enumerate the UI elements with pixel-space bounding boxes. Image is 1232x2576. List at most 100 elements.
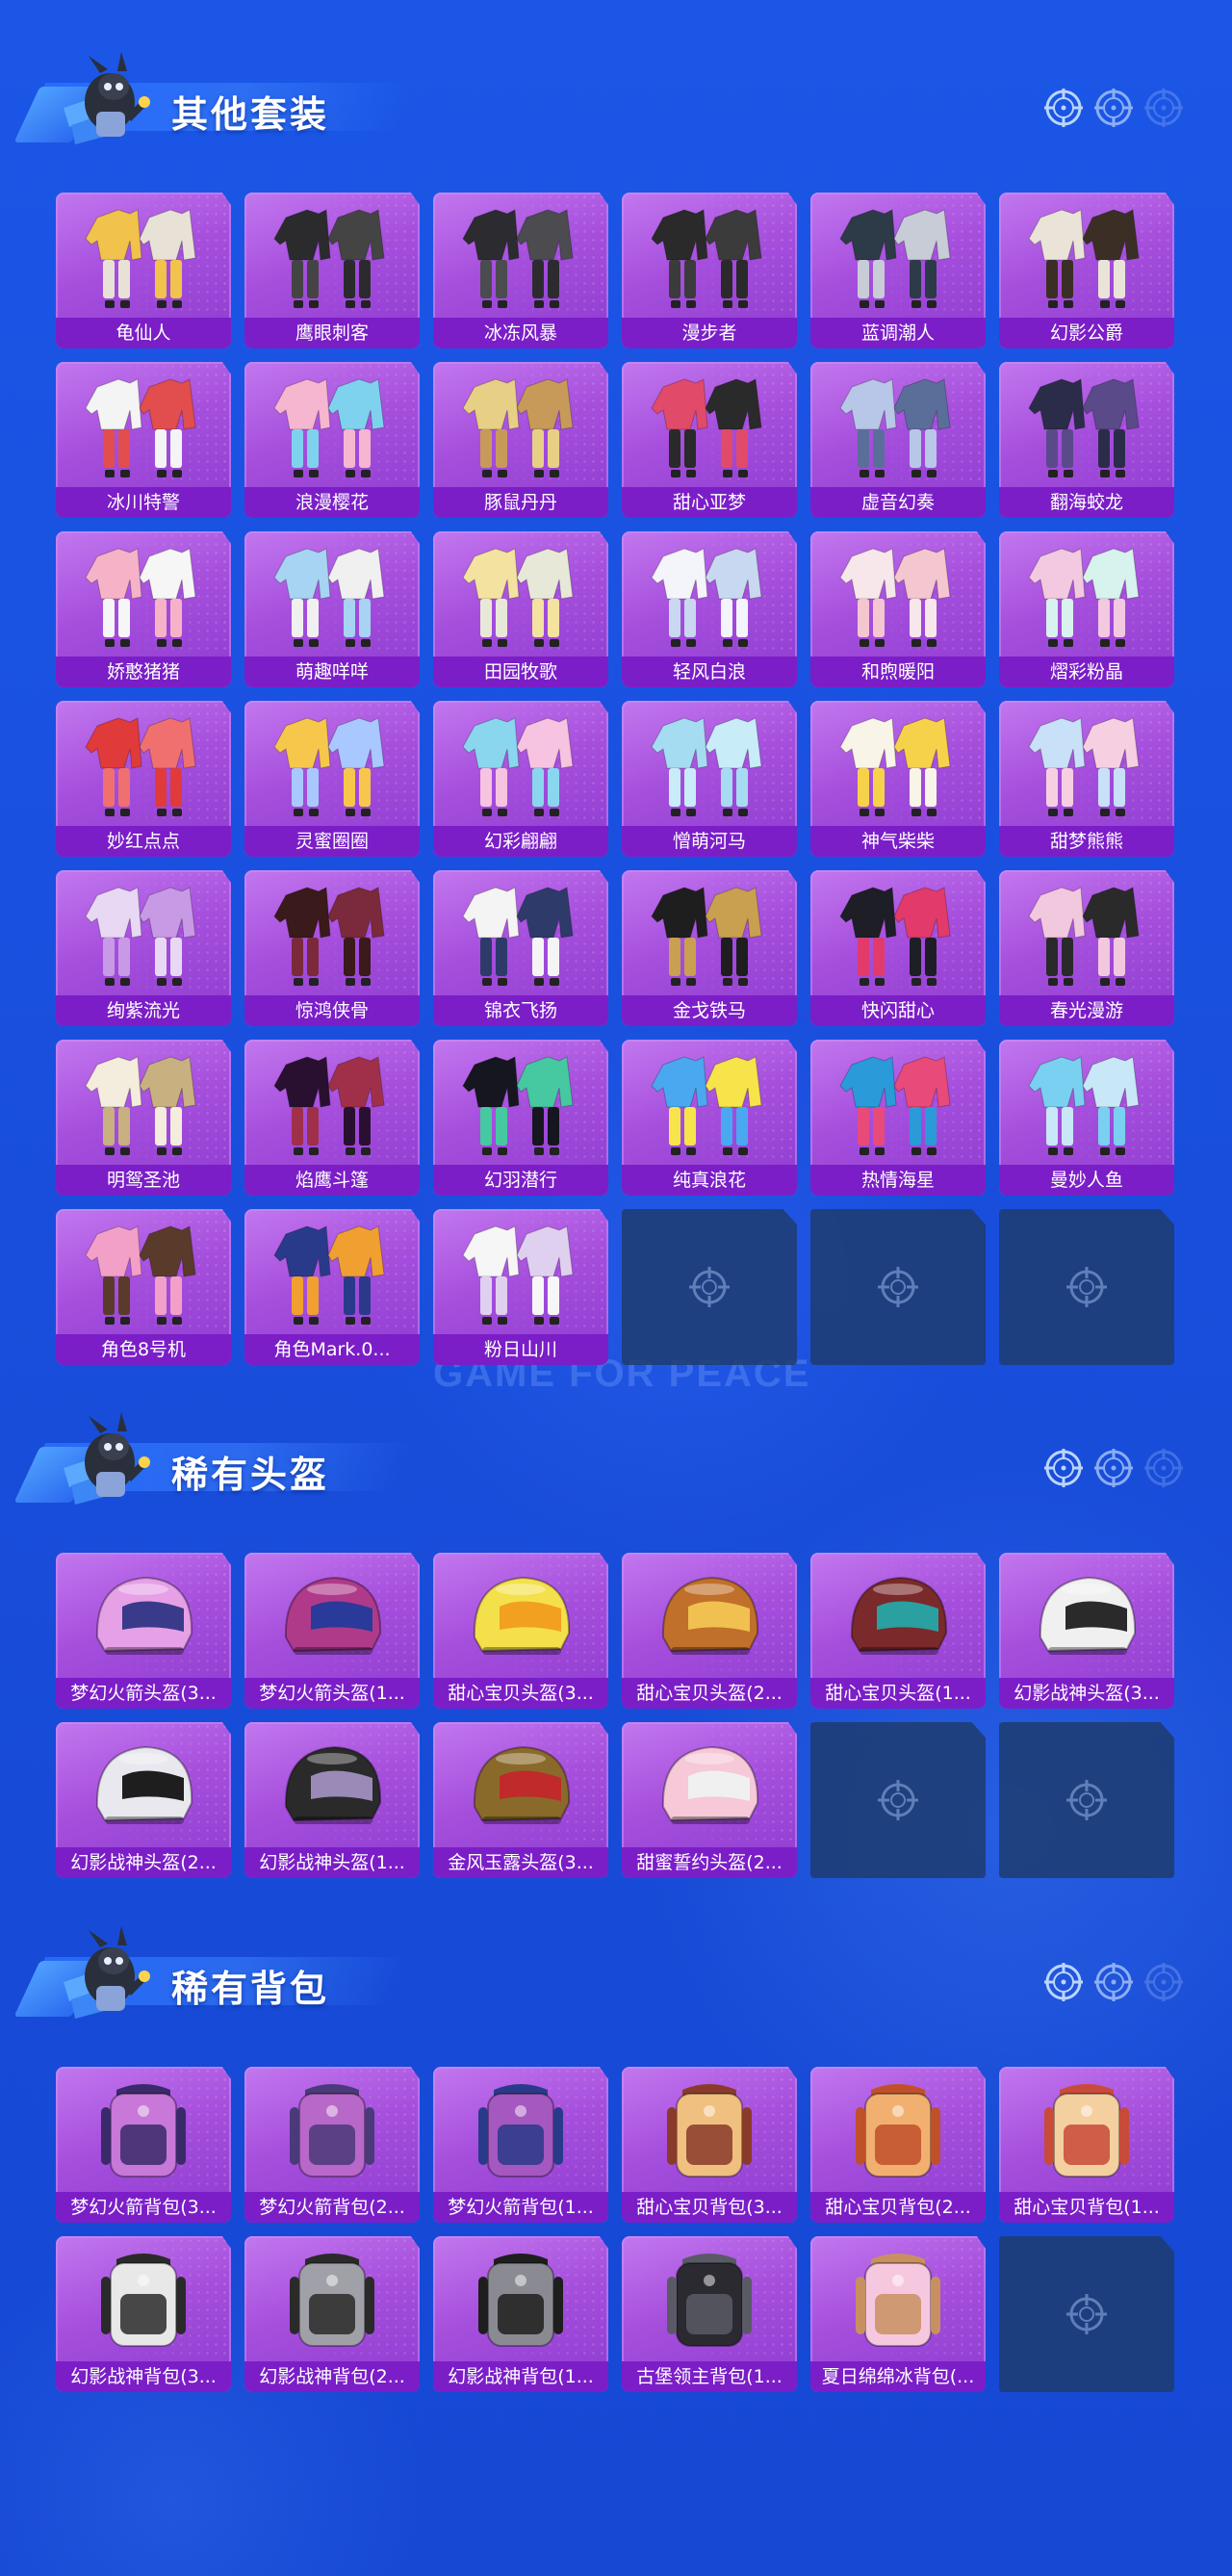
item-label: 梦幻火箭头盔(1...: [244, 1678, 420, 1709]
backpack-icon: [831, 2074, 965, 2188]
item-card[interactable]: 萌趣咩咩: [244, 531, 420, 687]
item-card[interactable]: 幻影战神头盔(2...: [56, 1722, 231, 1878]
section-header: 稀有背包: [13, 1922, 1230, 2028]
outfit-icon: [76, 708, 211, 822]
outfit-icon: [642, 370, 777, 483]
item-label: 轻风白浪: [622, 657, 797, 687]
item-label: 曼妙人鱼: [999, 1165, 1174, 1196]
item-label: 龟仙人: [56, 318, 231, 348]
item-card[interactable]: 妙红点点: [56, 701, 231, 857]
item-card[interactable]: 冰川特警: [56, 362, 231, 518]
item-card[interactable]: 鹰眼刺客: [244, 193, 420, 348]
item-card[interactable]: 和煦暖阳: [810, 531, 986, 687]
item-card[interactable]: 绚紫流光: [56, 870, 231, 1026]
item-card[interactable]: 曼妙人鱼: [999, 1040, 1174, 1196]
item-card[interactable]: 漫步者: [622, 193, 797, 348]
helmet-icon: [1019, 1560, 1154, 1674]
outfit-icon: [76, 200, 211, 314]
item-card[interactable]: 豚鼠丹丹: [433, 362, 608, 518]
outfit-icon: [76, 1047, 211, 1161]
item-card[interactable]: 粉日山川: [433, 1209, 608, 1365]
outfit-icon: [1019, 878, 1154, 992]
item-card[interactable]: 冰冻风暴: [433, 193, 608, 348]
item-card[interactable]: 幻羽潜行: [433, 1040, 608, 1196]
helmet-icon: [642, 1730, 777, 1843]
item-card[interactable]: 甜心亚梦: [622, 362, 797, 518]
item-label: 纯真浪花: [622, 1165, 797, 1196]
item-card[interactable]: 甜心宝贝背包(3...: [622, 2067, 797, 2223]
item-card[interactable]: 轻风白浪: [622, 531, 797, 687]
empty-slot: [622, 1209, 797, 1365]
item-card[interactable]: 春光漫游: [999, 870, 1174, 1026]
item-card[interactable]: 锦衣飞扬: [433, 870, 608, 1026]
item-card[interactable]: 甜梦熊熊: [999, 701, 1174, 857]
item-card[interactable]: 金戈铁马: [622, 870, 797, 1026]
item-label: 翻海蛟龙: [999, 487, 1174, 518]
item-card[interactable]: 蓝调潮人: [810, 193, 986, 348]
item-card[interactable]: 幻彩翩翩: [433, 701, 608, 857]
item-card[interactable]: 虚音幻奏: [810, 362, 986, 518]
item-card[interactable]: 幻影战神背包(3...: [56, 2236, 231, 2392]
helmet-icon: [76, 1560, 211, 1674]
item-card[interactable]: 梦幻火箭背包(1...: [433, 2067, 608, 2223]
backpack-icon: [831, 2244, 965, 2357]
item-label: 古堡领主背包(1...: [622, 2361, 797, 2392]
item-card[interactable]: 夏日绵绵冰背包(...: [810, 2236, 986, 2392]
item-card[interactable]: 甜心宝贝头盔(2...: [622, 1553, 797, 1709]
item-card[interactable]: 梦幻火箭头盔(1...: [244, 1553, 420, 1709]
item-card[interactable]: 角色8号机: [56, 1209, 231, 1365]
item-card[interactable]: 幻影战神背包(2...: [244, 2236, 420, 2392]
item-card[interactable]: 惊鸿侠骨: [244, 870, 420, 1026]
backpack-icon: [453, 2074, 588, 2188]
outfit-icon: [642, 200, 777, 314]
empty-slot: [810, 1209, 986, 1365]
item-card[interactable]: 田园牧歌: [433, 531, 608, 687]
item-card[interactable]: 焰鹰斗篷: [244, 1040, 420, 1196]
item-card[interactable]: 金风玉露头盔(3...: [433, 1722, 608, 1878]
outfit-icon: [831, 200, 965, 314]
item-label: 甜心宝贝头盔(3...: [433, 1678, 608, 1709]
item-label: 梦幻火箭背包(1...: [433, 2192, 608, 2223]
item-card[interactable]: 角色Mark.0...: [244, 1209, 420, 1365]
item-card[interactable]: 甜心宝贝背包(2...: [810, 2067, 986, 2223]
item-card[interactable]: 幻影战神头盔(3...: [999, 1553, 1174, 1709]
item-card[interactable]: 梦幻火箭背包(3...: [56, 2067, 231, 2223]
item-card[interactable]: 古堡领主背包(1...: [622, 2236, 797, 2392]
item-card[interactable]: 翻海蛟龙: [999, 362, 1174, 518]
empty-slot: [999, 2236, 1174, 2392]
item-card[interactable]: 甜心宝贝头盔(1...: [810, 1553, 986, 1709]
item-card[interactable]: 熠彩粉晶: [999, 531, 1174, 687]
item-card[interactable]: 快闪甜心: [810, 870, 986, 1026]
item-card[interactable]: 梦幻火箭头盔(3...: [56, 1553, 231, 1709]
outfit-icon: [1019, 1047, 1154, 1161]
item-card[interactable]: 灵蜜圈圈: [244, 701, 420, 857]
item-card[interactable]: 憎萌河马: [622, 701, 797, 857]
item-card[interactable]: 热情海星: [810, 1040, 986, 1196]
item-card[interactable]: 龟仙人: [56, 193, 231, 348]
item-label: 冰冻风暴: [433, 318, 608, 348]
backpack-icon: [642, 2074, 777, 2188]
mascot-icon: [54, 48, 150, 154]
item-card[interactable]: 浪漫樱花: [244, 362, 420, 518]
item-card[interactable]: 梦幻火箭背包(2...: [244, 2067, 420, 2223]
item-card[interactable]: 娇憨猪猪: [56, 531, 231, 687]
section-title: 稀有头盔: [171, 1454, 330, 1496]
item-card[interactable]: 明鸳圣池: [56, 1040, 231, 1196]
item-card[interactable]: 幻影战神头盔(1...: [244, 1722, 420, 1878]
item-card[interactable]: 甜心宝贝背包(1...: [999, 2067, 1174, 2223]
scope-decoration: [1042, 87, 1187, 135]
item-card[interactable]: 幻影公爵: [999, 193, 1174, 348]
item-card[interactable]: 纯真浪花: [622, 1040, 797, 1196]
crosshair-icon: [687, 1265, 732, 1309]
item-label: 甜心宝贝背包(3...: [622, 2192, 797, 2223]
item-card[interactable]: 甜心宝贝头盔(3...: [433, 1553, 608, 1709]
helmet-icon: [265, 1560, 399, 1674]
item-card[interactable]: 甜蜜誓约头盔(2...: [622, 1722, 797, 1878]
helmet-icon: [453, 1560, 588, 1674]
outfit-icon: [265, 539, 399, 653]
item-card[interactable]: 幻影战神背包(1...: [433, 2236, 608, 2392]
crosshair-icon: [1042, 1447, 1085, 1489]
outfit-icon: [831, 539, 965, 653]
item-label: 甜心宝贝头盔(2...: [622, 1678, 797, 1709]
item-card[interactable]: 神气柴柴: [810, 701, 986, 857]
